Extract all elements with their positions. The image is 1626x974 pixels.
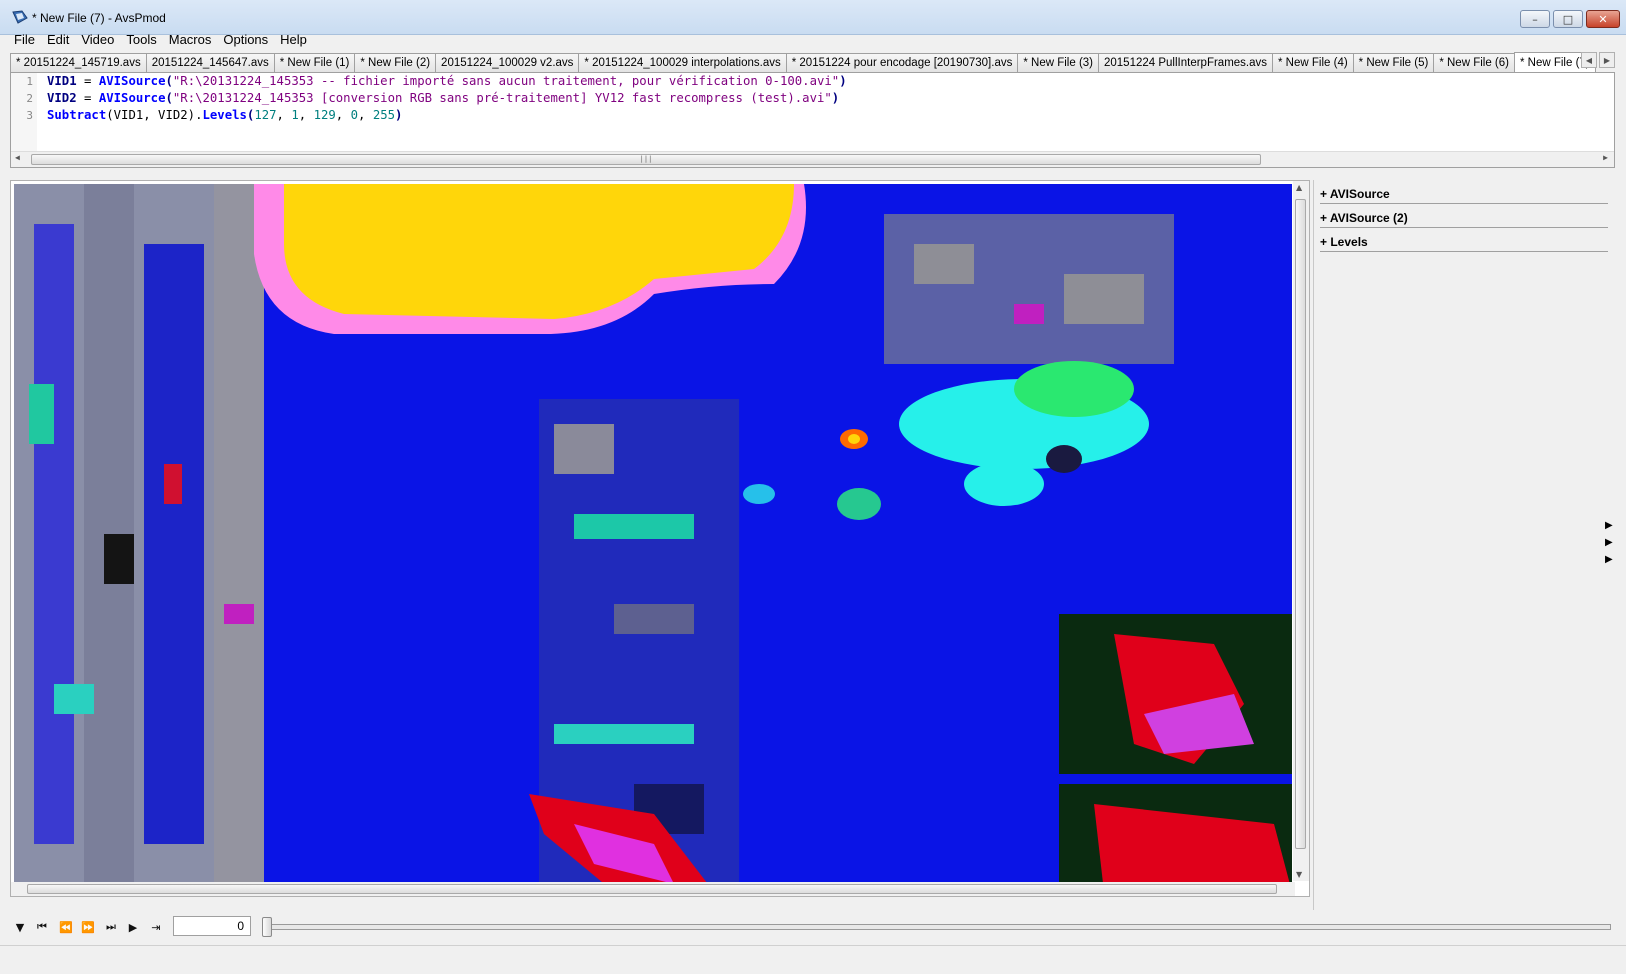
frame-slider-handle[interactable] xyxy=(262,917,272,937)
line-number: 1 xyxy=(26,75,33,88)
script-tab-bar: * 20151224_145719.avs 20151224_145647.av… xyxy=(10,51,1615,73)
string-literal: "R:\20131224_145353 -- fichier importé s… xyxy=(172,74,840,88)
goto-frame-icon[interactable]: ⇥ xyxy=(148,919,164,935)
filter-group-levels[interactable]: + Levels xyxy=(1320,233,1608,252)
panel-toggle-arrows: ▶ ▶ ▶ xyxy=(1605,520,1613,565)
menu-macros[interactable]: Macros xyxy=(163,30,218,50)
tab-new-file-6[interactable]: * New File (6) xyxy=(1433,53,1515,72)
operator: = xyxy=(76,74,99,88)
toggle-preview-icon[interactable]: ▼ xyxy=(12,919,28,935)
code-line[interactable]: VID1 = AVISource("R:\20131224_145353 -- … xyxy=(47,73,847,90)
function-name: AVISource xyxy=(98,74,166,88)
tab-scroll-controls: ◀ ▶ xyxy=(1581,52,1615,68)
video-vertical-scrollbar[interactable]: ▲ ▼ xyxy=(1293,181,1309,881)
video-horizontal-scrollbar[interactable] xyxy=(11,882,1295,896)
scroll-left-icon[interactable]: ◀ xyxy=(15,153,20,162)
video-preview-panel: ▲ ▼ xyxy=(10,180,1310,897)
tab-new-file-3[interactable]: * New File (3) xyxy=(1017,53,1099,72)
last-frame-icon[interactable]: ⏭ xyxy=(103,919,119,935)
string-literal: "R:\20131224_145353 [conversion RGB sans… xyxy=(172,91,832,105)
paren: ) xyxy=(831,91,840,105)
filter-sliders-panel: + AVISource + AVISource (2) + Levels xyxy=(1313,180,1616,910)
playback-toolbar: ▼ ⏮ ⏪ ⏩ ⏭ ▶ ⇥ 0 xyxy=(10,915,1615,939)
number-literal: 1 xyxy=(291,108,299,122)
menu-file[interactable]: File xyxy=(8,30,41,50)
operator: = xyxy=(76,91,99,105)
scroll-right-icon[interactable]: ▶ xyxy=(1603,153,1608,162)
frame-slider-track[interactable] xyxy=(269,924,1611,930)
scroll-up-icon[interactable]: ▲ xyxy=(1296,183,1302,192)
tab-new-file-1[interactable]: * New File (1) xyxy=(273,53,356,72)
play-icon[interactable]: ▶ xyxy=(125,919,141,935)
panel-arrow-icon[interactable]: ▶ xyxy=(1605,520,1613,531)
menu-bar: File Edit Video Tools Macros Options Hel… xyxy=(8,30,313,50)
scrollbar-thumb[interactable]: ||| xyxy=(31,154,1261,165)
status-bar xyxy=(0,945,1626,974)
video-frame-image[interactable] xyxy=(14,184,1292,892)
menu-options[interactable]: Options xyxy=(217,30,274,50)
close-button[interactable]: ✕ xyxy=(1586,10,1620,28)
scrollbar-thumb[interactable] xyxy=(1295,199,1306,849)
separator: , xyxy=(358,108,373,122)
menu-edit[interactable]: Edit xyxy=(41,30,75,50)
editor-horizontal-scrollbar[interactable]: ◀ ||| ▶ xyxy=(11,151,1614,167)
tab-20151224-145647[interactable]: 20151224_145647.avs xyxy=(145,53,275,72)
panel-arrow-icon[interactable]: ▶ xyxy=(1605,537,1613,548)
code-line[interactable]: Subtract(VID1, VID2).Levels(127, 1, 129,… xyxy=(47,107,847,124)
video-frame-graphic xyxy=(14,184,1292,892)
paren: ) xyxy=(395,108,403,122)
function-name: Subtract xyxy=(47,108,107,122)
minimize-button[interactable]: – xyxy=(1520,10,1550,28)
avspmod-app-icon xyxy=(12,10,28,24)
window-title: * New File (7) - AvsPmod xyxy=(32,11,166,25)
variable: VID2 xyxy=(47,91,77,105)
number-literal: 129 xyxy=(313,108,336,122)
tab-new-file-5[interactable]: * New File (5) xyxy=(1352,53,1435,72)
number-literal: 0 xyxy=(350,108,358,122)
first-frame-icon[interactable]: ⏮ xyxy=(34,919,50,935)
separator: , xyxy=(335,108,351,122)
arguments: (VID1, VID2). xyxy=(106,108,203,122)
variable: VID1 xyxy=(47,74,77,88)
code-area[interactable]: VID1 = AVISource("R:\20131224_145353 -- … xyxy=(47,73,847,124)
line-number: 3 xyxy=(26,109,33,122)
number-literal: 127 xyxy=(254,108,277,122)
tab-new-file-4[interactable]: * New File (4) xyxy=(1272,53,1354,72)
tab-20151224-100029-v2[interactable]: 20151224_100029 v2.avs xyxy=(435,53,580,72)
tab-20151224-100029-interpolations[interactable]: * 20151224_100029 interpolations.avs xyxy=(578,53,787,72)
function-name: Levels xyxy=(202,108,247,122)
menu-tools[interactable]: Tools xyxy=(120,30,162,50)
filter-group-avisource[interactable]: + AVISource xyxy=(1320,185,1608,204)
scrollbar-thumb[interactable] xyxy=(27,884,1277,894)
separator: , xyxy=(298,108,314,122)
menu-help[interactable]: Help xyxy=(274,30,313,50)
frame-number-input[interactable]: 0 xyxy=(173,916,251,936)
line-number-gutter: 1 2 3 xyxy=(11,73,37,153)
tab-20151224-145719[interactable]: * 20151224_145719.avs xyxy=(10,53,147,72)
next-frame-icon[interactable]: ⏩ xyxy=(80,919,96,935)
tab-scroll-right-icon[interactable]: ▶ xyxy=(1599,52,1615,68)
previous-frame-icon[interactable]: ⏪ xyxy=(58,919,74,935)
paren: ( xyxy=(165,91,173,105)
filter-group-avisource-2[interactable]: + AVISource (2) xyxy=(1320,209,1608,228)
number-literal: 255 xyxy=(372,108,396,122)
tab-20151224-pullinterpframes[interactable]: 20151224 PullInterpFrames.avs xyxy=(1098,53,1274,72)
paren: ( xyxy=(165,74,173,88)
tab-scroll-left-icon[interactable]: ◀ xyxy=(1581,52,1597,68)
script-editor[interactable]: 1 2 3 VID1 = AVISource("R:\20131224_1453… xyxy=(10,72,1615,168)
function-name: AVISource xyxy=(98,91,166,105)
code-line[interactable]: VID2 = AVISource("R:\20131224_145353 [co… xyxy=(47,90,847,107)
maximize-button[interactable]: □ xyxy=(1553,10,1583,28)
paren: ) xyxy=(839,74,847,88)
tab-new-file-2[interactable]: * New File (2) xyxy=(354,53,437,72)
line-number: 2 xyxy=(26,92,33,105)
menu-video[interactable]: Video xyxy=(75,30,120,50)
separator: , xyxy=(276,108,292,122)
panel-arrow-icon[interactable]: ▶ xyxy=(1605,554,1613,565)
tab-20151224-pour-encodage[interactable]: * 20151224 pour encodage [20190730].avs xyxy=(785,53,1019,72)
scroll-down-icon[interactable]: ▼ xyxy=(1296,870,1302,879)
